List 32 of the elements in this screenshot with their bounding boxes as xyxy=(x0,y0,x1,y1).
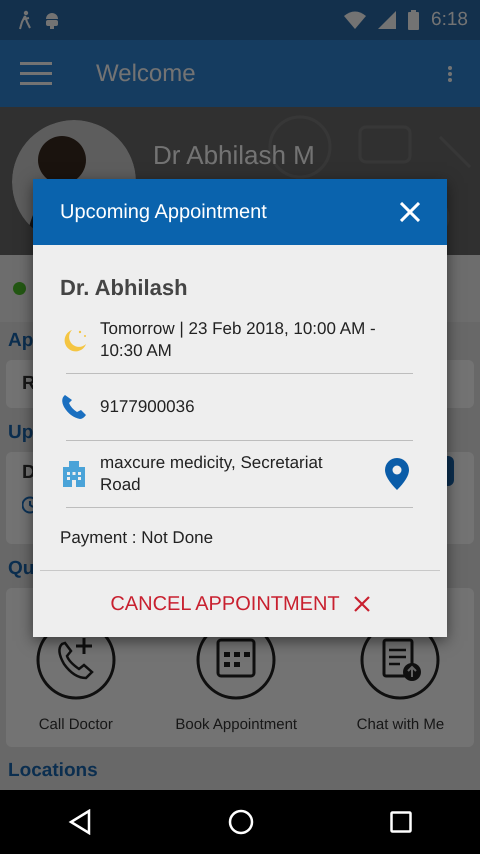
clock-time: 6:18 xyxy=(431,9,468,31)
menu-icon[interactable] xyxy=(20,62,52,86)
battery-icon xyxy=(408,10,420,30)
figure-icon xyxy=(18,10,32,30)
wifi-icon xyxy=(344,11,366,29)
payment-status: Payment : Not Done xyxy=(60,527,214,549)
hospital-building-icon xyxy=(60,461,88,487)
section-heading: Locations xyxy=(8,760,98,782)
section-heading: Qu xyxy=(8,558,34,580)
status-dot xyxy=(13,282,26,295)
doctor-name: Dr Abhilash M xyxy=(153,140,315,171)
action-label: Call Doctor xyxy=(38,716,113,733)
detail-text: maxcure medicity, Secretariat Road xyxy=(100,452,324,496)
dialog-title: Upcoming Appointment xyxy=(60,200,267,224)
back-icon[interactable] xyxy=(68,809,92,835)
section-heading: Ap xyxy=(8,330,34,352)
more-icon[interactable] xyxy=(448,66,452,82)
close-icon xyxy=(354,596,370,612)
map-pin-icon[interactable] xyxy=(385,458,409,490)
action-label: Chat with Me xyxy=(356,716,444,733)
close-icon[interactable] xyxy=(400,202,420,222)
detail-text: 9177900036 xyxy=(100,396,196,418)
cancel-appointment-button[interactable]: CANCEL APPOINTMENT xyxy=(104,586,376,622)
phone-icon xyxy=(60,393,88,421)
detail-text: Tomorrow | 23 Feb 2018, 10:00 AM - 10:30 AM xyxy=(100,318,377,362)
section-heading: Up xyxy=(8,422,34,444)
signal-icon xyxy=(378,11,396,29)
doctor-name: Dr. Abhilash xyxy=(60,275,189,301)
action-label: Book Appointment xyxy=(175,716,298,733)
home-icon[interactable] xyxy=(228,809,254,835)
recents-icon[interactable] xyxy=(390,811,412,833)
app-title: Welcome xyxy=(96,60,197,88)
